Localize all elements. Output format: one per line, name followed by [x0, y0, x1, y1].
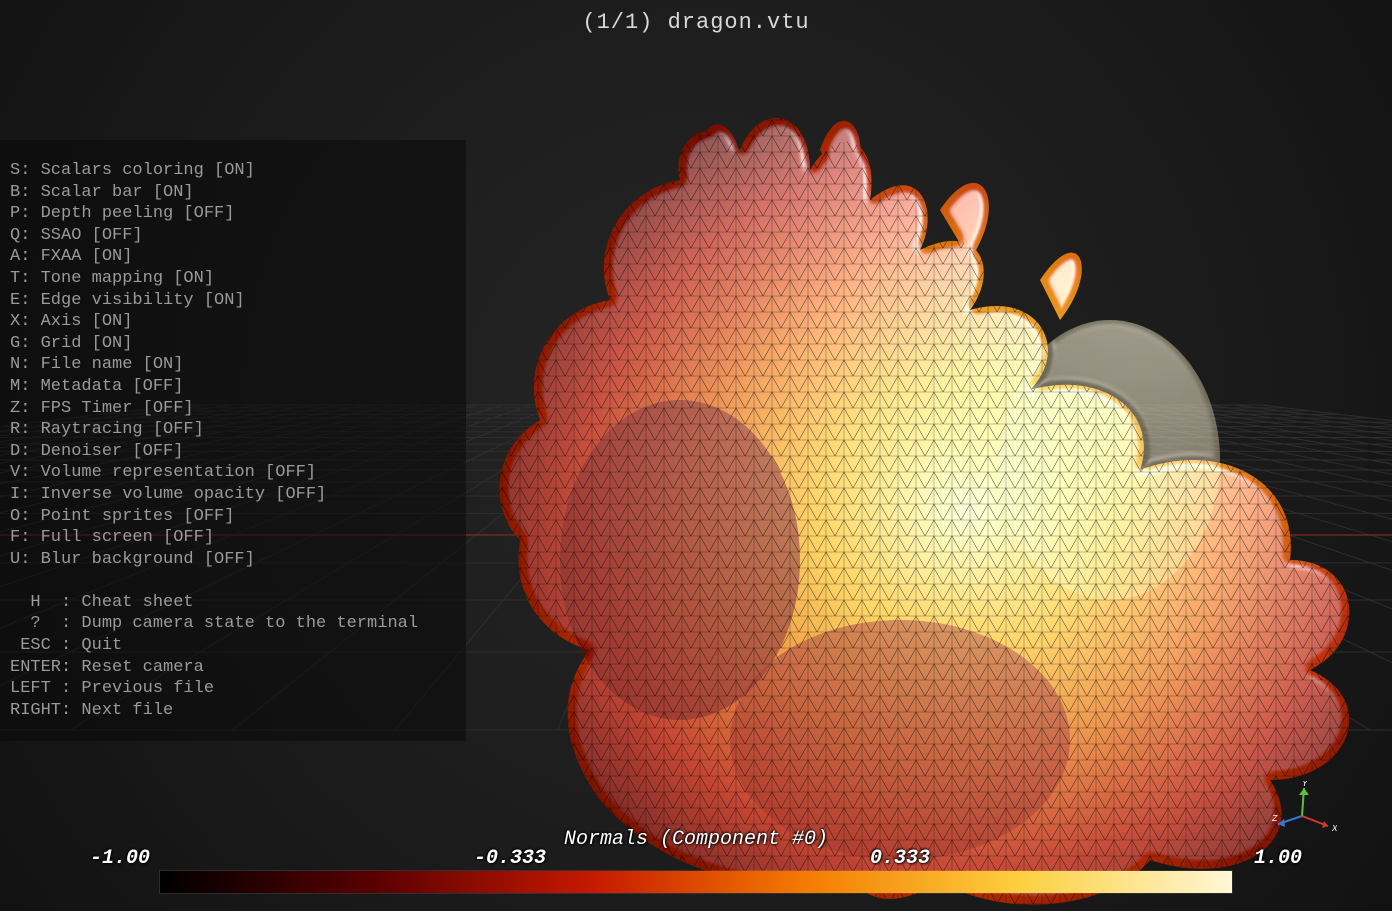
- viewport-3d[interactable]: (1/1) dragon.vtu S: Scalars coloring [ON…: [0, 0, 1392, 911]
- scalar-bar-tick: -1.00: [90, 847, 150, 871]
- axes-triad-icon: X Y Z: [1267, 781, 1337, 851]
- scalar-bar: Normals (Component #0) -1.00 -0.333 0.33…: [0, 816, 1392, 911]
- scalar-bar-ticks: -1.00 -0.333 0.333 1.00: [90, 847, 1302, 871]
- scalar-bar-tick: 0.333: [870, 847, 930, 871]
- file-name-label: (1/1) dragon.vtu: [0, 10, 1392, 35]
- dragon-mesh: [340, 40, 1380, 911]
- svg-text:X: X: [1331, 824, 1337, 834]
- svg-text:Z: Z: [1271, 814, 1278, 824]
- scalar-bar-tick: -0.333: [474, 847, 546, 871]
- scalar-bar-title: Normals (Component #0): [0, 828, 1392, 851]
- scalar-bar-tick: 1.00: [1254, 847, 1302, 871]
- svg-text:Y: Y: [1302, 781, 1308, 789]
- scalar-bar-gradient: [160, 871, 1232, 893]
- cheat-sheet-panel: S: Scalars coloring [ON] B: Scalar bar […: [0, 140, 466, 741]
